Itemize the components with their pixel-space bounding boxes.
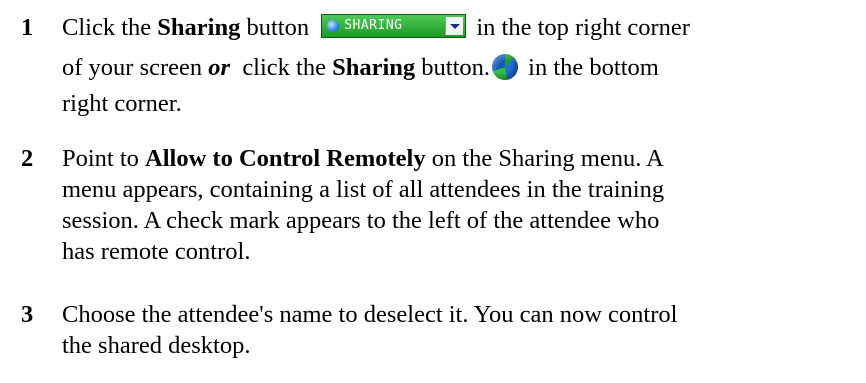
step-line: of your screen or click the Sharing butt…: [62, 50, 862, 86]
text-fragment: Point to: [62, 145, 146, 172]
globe-icon[interactable]: [492, 54, 519, 80]
globe-icon: [327, 20, 340, 32]
text-fragment: in the bottom: [522, 54, 659, 81]
sharing-label: Sharing: [332, 54, 416, 81]
step-line: has remote control.: [62, 238, 251, 265]
step-number: 1: [21, 14, 34, 41]
step-line: the shared desktop.: [62, 332, 251, 359]
sharing-label: Sharing: [157, 14, 241, 41]
step-text: Choose the attendee's name to deselect i…: [62, 299, 862, 361]
text-fragment: Click the: [62, 14, 158, 41]
sharing-button-label: SHARING: [344, 18, 403, 33]
step-line: menu appears, containing a list of all a…: [62, 176, 665, 203]
text-fragment: of your screen: [62, 54, 209, 81]
text-fragment: button.: [415, 54, 491, 81]
menu-item-label: Allow to Control Remotely: [145, 145, 426, 172]
step-number: 3: [21, 301, 34, 328]
step-line: session. A check mark appears to the lef…: [62, 207, 660, 234]
step-line: right corner.: [62, 90, 182, 117]
text-fragment: in the top right corner: [470, 14, 690, 41]
sharing-button[interactable]: SHARING: [321, 14, 467, 38]
step-line: Click the Sharing button SHARING in the …: [62, 10, 862, 46]
or-emphasis: or: [208, 54, 231, 81]
text-fragment: on the Sharing menu. A: [425, 145, 664, 172]
text-fragment: button: [240, 14, 316, 41]
step-line: Point to Allow to Control Remotely on th…: [62, 143, 862, 174]
step-number: 2: [21, 145, 34, 172]
step-line: Choose the attendee's name to deselect i…: [62, 301, 678, 328]
step-text: Click the Sharing button SHARING in the …: [62, 10, 862, 122]
step-text: Point to Allow to Control Remotely on th…: [62, 143, 862, 267]
text-fragment: click the: [230, 54, 333, 81]
chevron-down-icon[interactable]: [445, 17, 464, 35]
